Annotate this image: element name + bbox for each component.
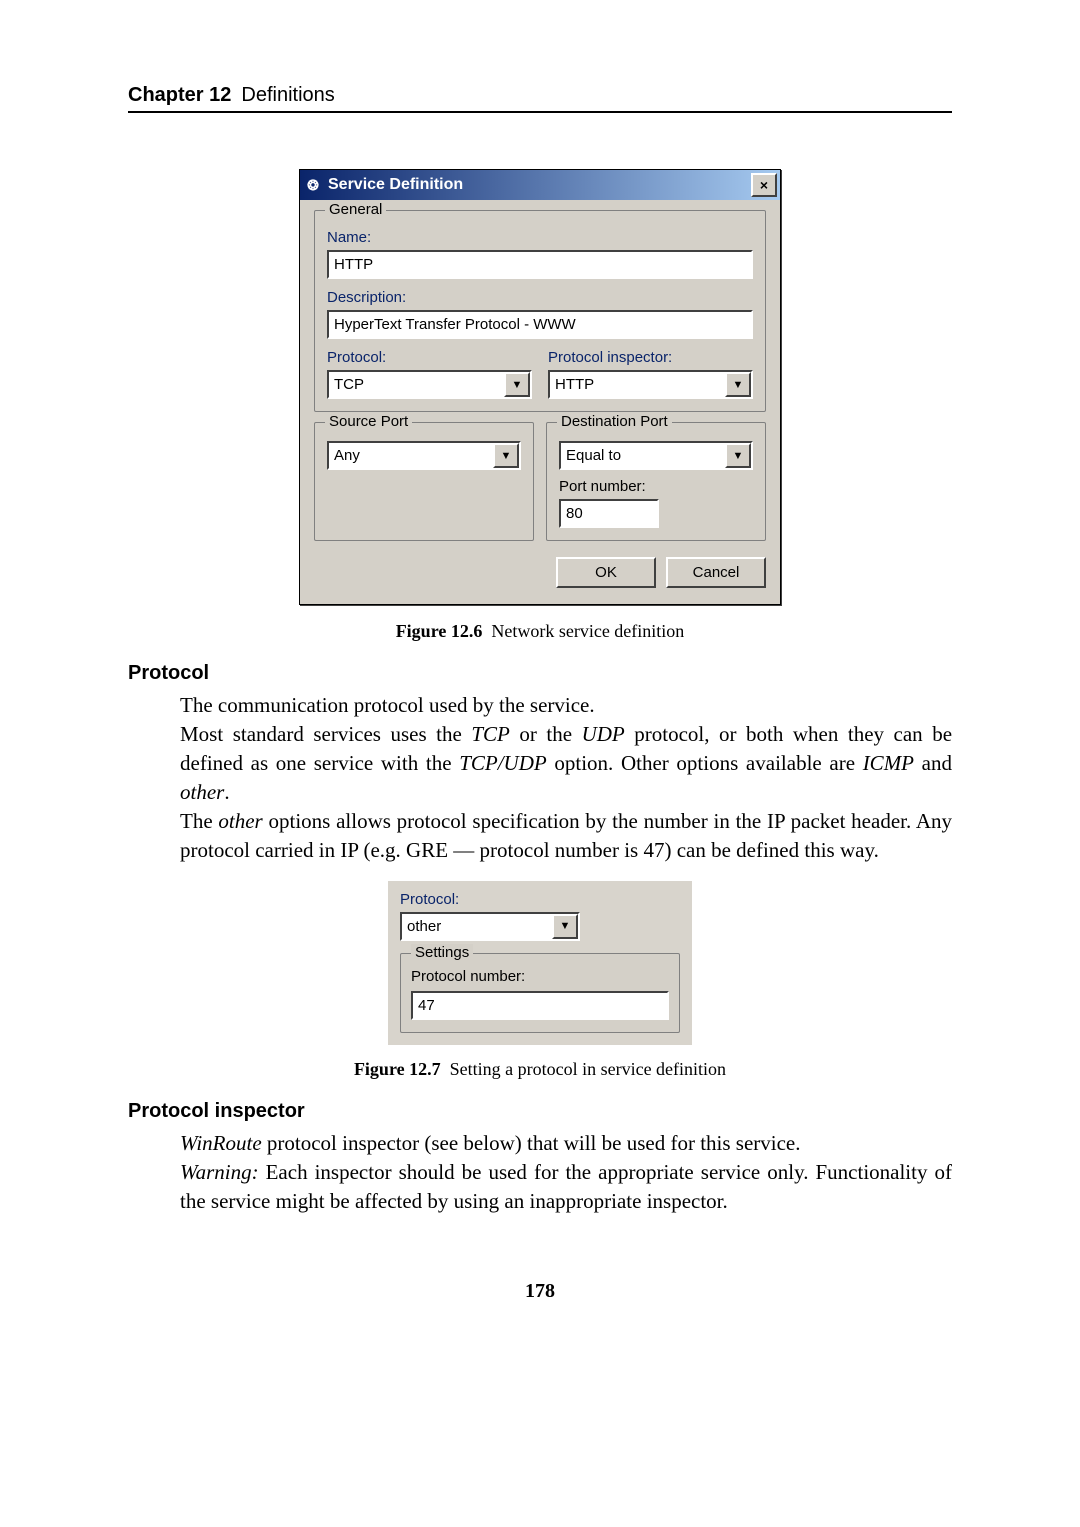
figure-12-6-caption: Figure 12.6 Network service definition bbox=[128, 621, 952, 642]
protocol-settings-snippet: Protocol: other ▼ Settings Protocol numb… bbox=[388, 881, 692, 1045]
protocol-combo-value: TCP bbox=[329, 372, 504, 397]
service-definition-dialog: ❂ Service Definition × General Name: Des… bbox=[299, 169, 781, 605]
protocol2-value: other bbox=[402, 914, 552, 939]
general-group: General Name: Description: Protocol: TCP… bbox=[314, 210, 766, 412]
page-header: Chapter 12 Definitions bbox=[128, 84, 952, 113]
inspector-label: Protocol inspector: bbox=[548, 349, 753, 366]
name-input[interactable] bbox=[327, 250, 753, 279]
port-number-label: Port number: bbox=[559, 478, 646, 495]
inspector-p2: Warning: Each inspector should be used f… bbox=[180, 1158, 952, 1216]
dialog-titlebar: ❂ Service Definition × bbox=[300, 170, 780, 200]
settings-legend: Settings bbox=[411, 944, 473, 961]
description-label: Description: bbox=[327, 289, 753, 306]
protocol-number-input[interactable] bbox=[411, 991, 669, 1020]
source-port-group: Source Port Any ▼ bbox=[314, 422, 534, 541]
chevron-down-icon[interactable]: ▼ bbox=[504, 372, 530, 397]
source-port-combo[interactable]: Any ▼ bbox=[327, 441, 521, 470]
chapter-label: Chapter 12 bbox=[128, 84, 231, 107]
protocol-combo[interactable]: TCP ▼ bbox=[327, 370, 532, 399]
chevron-down-icon[interactable]: ▼ bbox=[493, 443, 519, 468]
protocol-p2: Most standard services uses the TCP or t… bbox=[180, 720, 952, 807]
protocol-p1: The communication protocol used by the s… bbox=[180, 691, 952, 720]
close-icon[interactable]: × bbox=[751, 173, 777, 197]
figure-12-7-caption: Figure 12.7 Setting a protocol in servic… bbox=[128, 1059, 952, 1080]
port-number-input[interactable] bbox=[559, 499, 659, 528]
figure-12-6-text: Network service definition bbox=[491, 621, 684, 641]
chevron-down-icon[interactable]: ▼ bbox=[725, 372, 751, 397]
source-port-value: Any bbox=[329, 443, 493, 468]
inspector-combo-value: HTTP bbox=[550, 372, 725, 397]
protocol-heading: Protocol bbox=[128, 662, 952, 685]
protocol2-label: Protocol: bbox=[400, 891, 459, 908]
protocol-number-label: Protocol number: bbox=[411, 968, 525, 985]
figure-12-7-text: Setting a protocol in service definition bbox=[450, 1059, 726, 1079]
chevron-down-icon[interactable]: ▼ bbox=[552, 914, 578, 939]
protocol-p3: The other options allows protocol specif… bbox=[180, 807, 952, 865]
inspector-p1: WinRoute protocol inspector (see below) … bbox=[180, 1129, 952, 1158]
page: Chapter 12 Definitions ❂ Service Definit… bbox=[0, 0, 1080, 1363]
source-port-legend: Source Port bbox=[325, 413, 412, 430]
inspector-combo[interactable]: HTTP ▼ bbox=[548, 370, 753, 399]
general-legend: General bbox=[325, 201, 386, 218]
destination-port-combo[interactable]: Equal to ▼ bbox=[559, 441, 753, 470]
destination-port-value: Equal to bbox=[561, 443, 725, 468]
chevron-down-icon[interactable]: ▼ bbox=[725, 443, 751, 468]
figure-12-7-label: Figure 12.7 bbox=[354, 1059, 441, 1079]
inspector-heading: Protocol inspector bbox=[128, 1100, 952, 1123]
cancel-button[interactable]: Cancel bbox=[666, 557, 766, 588]
ok-button[interactable]: OK bbox=[556, 557, 656, 588]
dialog-icon: ❂ bbox=[304, 176, 322, 194]
protocol-label: Protocol: bbox=[327, 349, 532, 366]
description-input[interactable] bbox=[327, 310, 753, 339]
figure-12-6-label: Figure 12.6 bbox=[396, 621, 483, 641]
destination-port-group: Destination Port Equal to ▼ Port number: bbox=[546, 422, 766, 541]
name-label: Name: bbox=[327, 229, 753, 246]
chapter-title: Definitions bbox=[241, 84, 334, 107]
dialog-title: Service Definition bbox=[328, 176, 463, 194]
protocol2-combo[interactable]: other ▼ bbox=[400, 912, 580, 941]
destination-port-legend: Destination Port bbox=[557, 413, 672, 430]
settings-group: Settings Protocol number: bbox=[400, 953, 680, 1033]
page-number: 178 bbox=[128, 1280, 952, 1303]
